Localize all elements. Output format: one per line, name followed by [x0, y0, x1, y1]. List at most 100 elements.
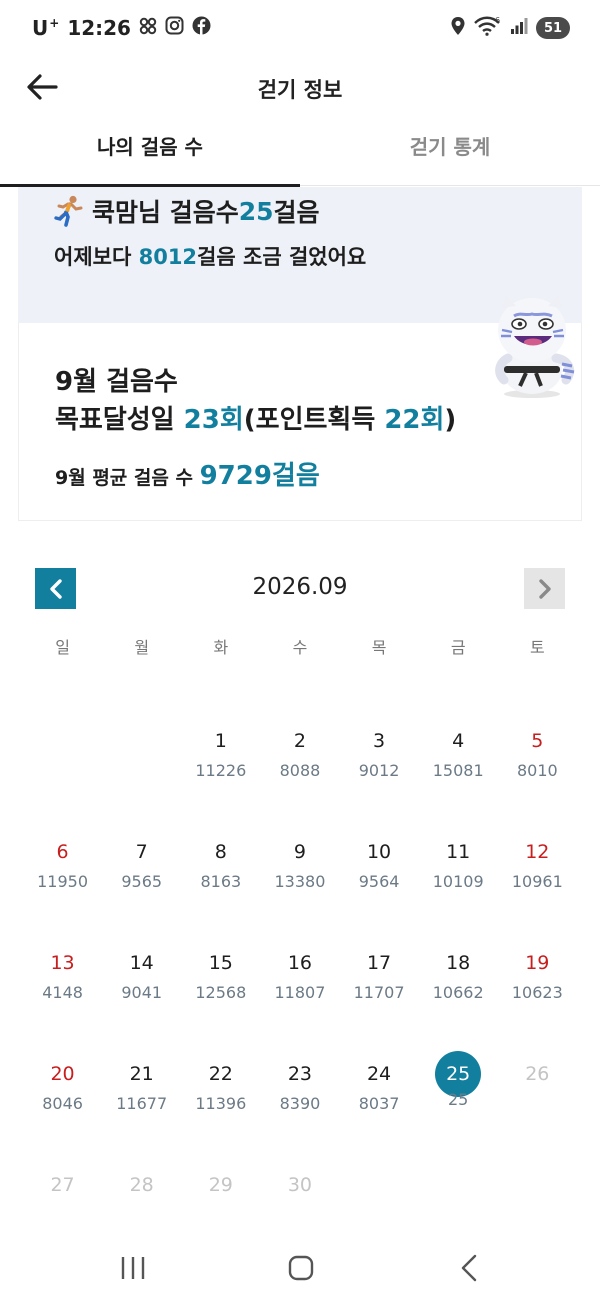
calendar-grid: 1 11226 2 8088 3 9012 4 15081 5 8010 6 11950 7 9565 8 8…: [23, 722, 577, 1277]
day-step-count: 10961: [511, 872, 563, 891]
day-step-count: 8088: [279, 761, 321, 780]
home-icon: [288, 1255, 314, 1281]
system-navigation-bar: [0, 1235, 600, 1301]
day-step-count: 11807: [274, 983, 326, 1002]
status-bar: U+ 12:26 6 51: [0, 0, 600, 58]
recent-apps-icon: [121, 1257, 145, 1279]
calendar-day-cell[interactable]: 13 4148: [23, 944, 102, 1055]
tab-bar: 나의 걸음 수 걷기 통계: [0, 118, 600, 187]
name-steps-prefix: 쿡맘님 걸음수: [92, 198, 239, 227]
calendar-month-label: 2026.09: [252, 574, 348, 600]
day-number: 20: [50, 1063, 75, 1085]
calendar-day-cell[interactable]: 8 8163: [181, 833, 260, 944]
weekday-label: 수: [292, 638, 308, 657]
day-number: 12: [525, 841, 550, 863]
day-number: 24: [366, 1063, 392, 1085]
day-step-count: 8390: [279, 1094, 321, 1113]
day-number: 27: [50, 1174, 75, 1196]
calendar-day-cell[interactable]: 21 11677: [102, 1055, 181, 1166]
day-number: 28: [129, 1174, 154, 1196]
day-step-count: 11396: [195, 1094, 247, 1113]
next-month-button[interactable]: [524, 568, 565, 609]
day-step-count: 15081: [432, 761, 484, 780]
calendar-day-cell[interactable]: 17 11707: [340, 944, 419, 1055]
calendar-day-cell[interactable]: 20 8046: [23, 1055, 102, 1166]
calendar-day-cell[interactable]: 6 11950: [23, 833, 102, 944]
weekday-label: 월: [134, 638, 150, 657]
day-step-count: 8046: [42, 1094, 83, 1113]
day-number: 1: [214, 730, 227, 752]
day-number: 5: [531, 730, 544, 752]
day-step-count: 4148: [42, 983, 83, 1002]
day-step-count: 11950: [37, 872, 89, 891]
day-number: 29: [208, 1174, 233, 1196]
day-number: 3: [373, 730, 386, 752]
day-number: 22: [208, 1063, 233, 1085]
calendar-day-cell[interactable]: 14 9041: [102, 944, 181, 1055]
day-number: 30: [287, 1174, 313, 1196]
home-button[interactable]: [281, 1253, 321, 1283]
day-number: 16: [287, 952, 313, 974]
calendar-day-cell[interactable]: 16 11807: [260, 944, 339, 1055]
today-steps-value: 25: [238, 196, 274, 226]
weekday-label: 화: [213, 638, 229, 657]
day-number: 17: [366, 952, 392, 974]
day-number: 13: [50, 952, 75, 974]
signal-icon: [510, 17, 528, 39]
calendar-day-cell[interactable]: 10 9564: [340, 833, 419, 944]
recent-apps-button[interactable]: [113, 1253, 153, 1283]
tab-my-steps[interactable]: 나의 걸음 수: [0, 118, 300, 187]
weekday-label: 목: [371, 638, 387, 657]
day-step-count: 25: [448, 1090, 469, 1109]
day-step-count: 9564: [358, 872, 400, 891]
compare-suffix: 걸음 조금 걸었어요: [197, 245, 367, 269]
calendar-day-cell[interactable]: 19 10623: [498, 944, 577, 1055]
calendar-day-cell[interactable]: 4 15081: [419, 722, 498, 833]
month-steps-title: 9월 걸음수: [55, 367, 178, 397]
system-back-button[interactable]: [450, 1253, 490, 1283]
calendar-day-cell[interactable]: 24 8037: [340, 1055, 419, 1166]
day-number: 14: [129, 952, 154, 974]
goal-days-value: 23회: [183, 405, 244, 435]
day-step-count: 9041: [121, 983, 163, 1002]
facebook-icon: [192, 16, 211, 40]
day-step-count: 13380: [274, 872, 326, 891]
calendar-day-cell[interactable]: 25 25: [419, 1051, 498, 1166]
day-step-count: 8163: [200, 872, 242, 891]
weekday-header: 일 월 화 수 목 금 토: [23, 634, 577, 658]
weekday-label: 일: [55, 638, 70, 657]
compare-value: 8012: [138, 245, 198, 269]
day-number: 23: [287, 1063, 313, 1085]
calendar-day-cell[interactable]: 7 9565: [102, 833, 181, 944]
walking-info-screen: U+ 12:26 6 51 걷기 정보 나의 걸음 수 걷기 통계 쿡맘님 걸음…: [0, 0, 600, 1301]
average-prefix: 9월 평균 걸음 수: [55, 467, 200, 489]
calendar-day-cell[interactable]: 5 8010: [498, 722, 577, 833]
day-number: 15: [208, 952, 233, 974]
calendar-day-cell[interactable]: 18 10662: [419, 944, 498, 1055]
calendar-navigation: 2026.09: [0, 566, 600, 612]
tab-walking-stats[interactable]: 걷기 통계: [300, 118, 600, 186]
day-number: 11: [446, 841, 471, 863]
weekday-label: 금: [450, 638, 466, 657]
compare-prefix: 어제보다: [54, 245, 139, 269]
calendar-day-cell[interactable]: 22 11396: [181, 1055, 260, 1166]
calendar-day-cell[interactable]: 12 10961: [498, 833, 577, 944]
battery-icon: 51: [536, 17, 570, 39]
day-step-count: 9012: [358, 761, 400, 780]
day-step-count: 8037: [358, 1094, 400, 1113]
carrier-label: U+: [32, 16, 60, 40]
calendar-day-cell[interactable]: 11 10109: [419, 833, 498, 944]
calendar-day-cell: 26: [498, 1055, 577, 1166]
calendar-day-cell[interactable]: 2 8088: [260, 722, 339, 833]
calendar-day-cell[interactable]: 15 12568: [181, 944, 260, 1055]
calendar-day-cell[interactable]: 3 9012: [340, 722, 419, 833]
calendar-day-cell[interactable]: 23 8390: [260, 1055, 339, 1166]
day-step-count: 11677: [116, 1094, 168, 1113]
app-header: 걷기 정보: [0, 58, 600, 116]
day-number: 6: [56, 841, 69, 863]
average-value: 9729걸음: [199, 461, 320, 491]
points-days-value: 22회: [384, 405, 445, 435]
calendar-day-cell[interactable]: 9 13380: [260, 833, 339, 944]
day-step-count: 10109: [432, 872, 484, 891]
calendar-day-cell[interactable]: 1 11226: [181, 722, 260, 833]
